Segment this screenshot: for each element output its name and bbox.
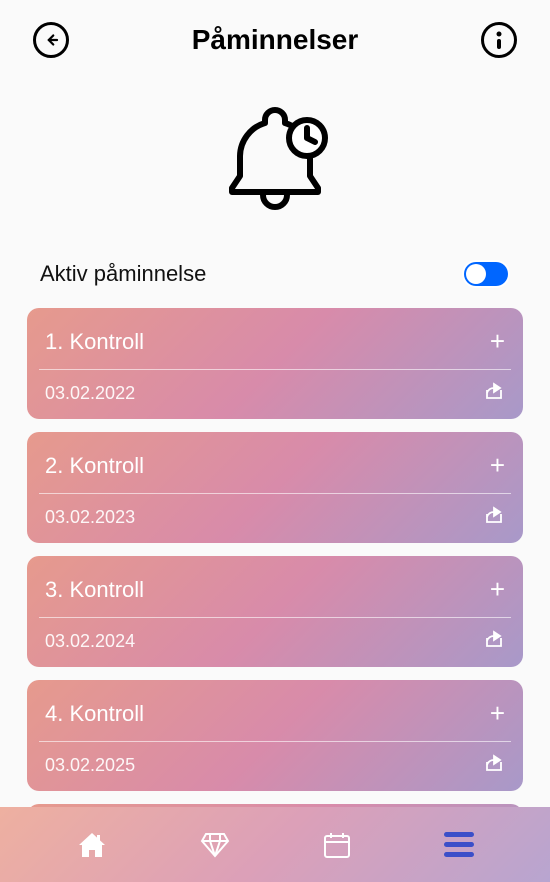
reminder-date: 03.02.2022 <box>45 383 135 404</box>
hamburger-line <box>444 832 474 837</box>
reminder-card[interactable]: 1. Kontroll + 03.02.2022 <box>27 308 523 419</box>
share-button[interactable] <box>485 382 505 405</box>
reminder-title: 4. Kontroll <box>45 701 144 727</box>
active-reminder-label: Aktiv påminnelse <box>40 261 206 287</box>
reminder-date: 03.02.2025 <box>45 755 135 776</box>
expand-icon[interactable]: + <box>490 450 505 481</box>
share-button[interactable] <box>485 630 505 653</box>
reminder-date: 03.02.2023 <box>45 507 135 528</box>
active-reminder-row: Aktiv påminnelse <box>0 250 550 308</box>
info-button[interactable] <box>481 22 517 58</box>
nav-home[interactable] <box>77 831 107 859</box>
header: Påminnelser <box>0 0 550 80</box>
hamburger-line <box>444 842 474 847</box>
bell-illustration <box>0 80 550 250</box>
expand-icon[interactable]: + <box>490 698 505 729</box>
share-icon <box>485 754 505 772</box>
reminder-title: 1. Kontroll <box>45 329 144 355</box>
expand-icon[interactable]: + <box>490 574 505 605</box>
hamburger-line <box>444 852 474 857</box>
share-button[interactable] <box>485 506 505 529</box>
info-icon <box>495 30 503 50</box>
expand-icon[interactable]: + <box>490 326 505 357</box>
bell-clock-icon <box>215 100 335 220</box>
diamond-icon <box>200 832 230 858</box>
active-reminder-toggle[interactable] <box>464 262 508 286</box>
bottom-nav <box>0 807 550 882</box>
share-button[interactable] <box>485 754 505 777</box>
nav-calendar[interactable] <box>323 831 351 859</box>
reminder-card[interactable]: 3. Kontroll + 03.02.2024 <box>27 556 523 667</box>
page-title: Påminnelser <box>192 24 359 56</box>
share-icon <box>485 506 505 524</box>
nav-diamond[interactable] <box>200 832 230 858</box>
share-icon <box>485 382 505 400</box>
home-icon <box>77 831 107 859</box>
back-button[interactable] <box>33 22 69 58</box>
calendar-icon <box>323 831 351 859</box>
reminder-title: 2. Kontroll <box>45 453 144 479</box>
reminder-title: 3. Kontroll <box>45 577 144 603</box>
arrow-left-icon <box>42 31 60 49</box>
reminder-card[interactable]: 4. Kontroll + 03.02.2025 <box>27 680 523 791</box>
share-icon <box>485 630 505 648</box>
reminders-list: 1. Kontroll + 03.02.2022 2. Kontroll + 0… <box>0 308 550 818</box>
nav-menu[interactable] <box>444 832 474 857</box>
reminder-date: 03.02.2024 <box>45 631 135 652</box>
reminder-card[interactable]: 2. Kontroll + 03.02.2023 <box>27 432 523 543</box>
